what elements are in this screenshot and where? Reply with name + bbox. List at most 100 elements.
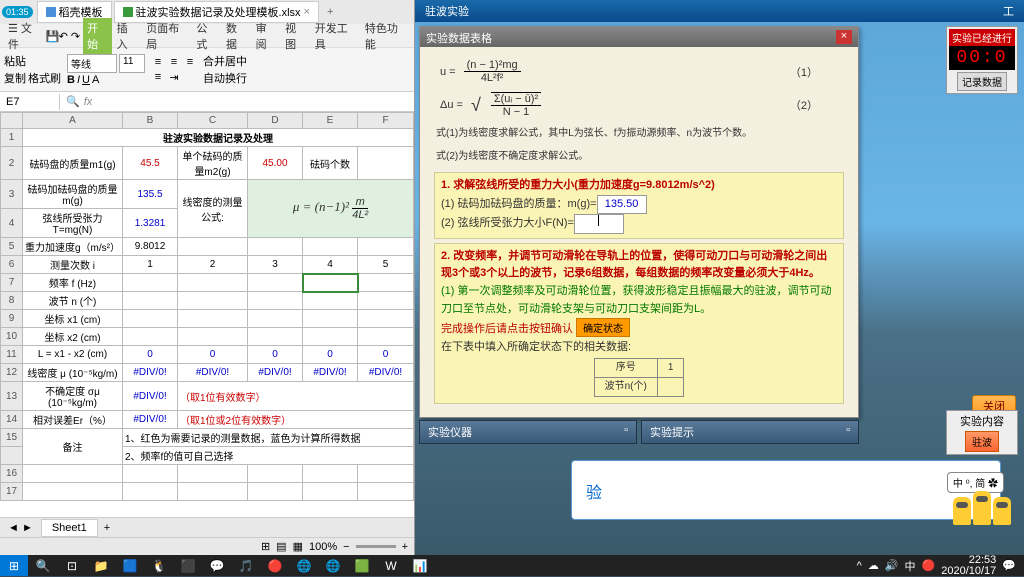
cell[interactable]: 单个砝码的质量m2(g)	[178, 147, 248, 180]
zoom-slider[interactable]	[356, 545, 396, 548]
ime-icon[interactable]: 🔴	[922, 559, 936, 572]
instruments-panel[interactable]: 实验仪器▫	[419, 420, 637, 444]
start-button[interactable]: ⊞	[0, 555, 28, 576]
volume-icon[interactable]: 🔊	[885, 559, 899, 572]
ime-icon[interactable]: 中	[905, 558, 916, 574]
close-icon[interactable]: ×	[304, 6, 310, 18]
cell[interactable]: 相对误差Er（%）	[23, 411, 123, 429]
cell[interactable]: 测量次数 i	[23, 256, 123, 274]
menu-data[interactable]: 数据	[222, 18, 251, 54]
cell[interactable]: 砝码加砝码盘的质量m(g)	[23, 180, 123, 209]
zoom-in[interactable]: +	[402, 541, 408, 553]
cell[interactable]: （取1位或2位有效数字）	[178, 411, 414, 429]
app-icon[interactable]: 🔴	[261, 555, 289, 576]
cell[interactable]: 弦线所受张力T=mg(N)	[23, 209, 123, 238]
confirm-button[interactable]: 确定状态	[576, 318, 630, 337]
cell[interactable]: 0	[358, 346, 414, 364]
mass-input[interactable]: 135.50	[597, 195, 647, 215]
spreadsheet[interactable]: ABCDEF 1驻波实验数据记录及处理 2砝码盘的质量m1(g)45.5单个砝码…	[0, 112, 414, 501]
format-painter[interactable]: 格式刷	[28, 70, 61, 86]
cell[interactable]: 1	[123, 256, 178, 274]
cell[interactable]: 不确定度 σμ (10⁻⁵kg/m)	[23, 382, 123, 411]
cell[interactable]: 重力加速度g（m/s²）	[23, 238, 123, 256]
zoom-out[interactable]: −	[343, 541, 349, 553]
cell[interactable]: 频率 f (Hz)	[23, 274, 123, 292]
cell[interactable]: 4	[303, 256, 358, 274]
add-sheet[interactable]: +	[98, 522, 116, 534]
cell[interactable]: 线密度的测量公式:	[178, 180, 248, 238]
align-right-icon[interactable]: ≡	[183, 55, 197, 69]
view-icon[interactable]: ▦	[293, 540, 303, 553]
save-icon[interactable]: 💾	[46, 30, 58, 42]
cell[interactable]: 波节 n (个)	[23, 292, 123, 310]
panel-titlebar[interactable]: 实验数据表格×	[420, 27, 858, 47]
tray-icon[interactable]: ^	[857, 560, 862, 572]
cell[interactable]: #DIV/0!	[123, 411, 178, 429]
cell[interactable]: 135.5	[123, 180, 178, 209]
cell[interactable]: #DIV/0!	[123, 364, 178, 382]
cell[interactable]: 45.5	[123, 147, 178, 180]
word-icon[interactable]: W	[377, 555, 405, 576]
indent-icon[interactable]: ⇥	[167, 70, 181, 84]
redo-icon[interactable]: ↷	[71, 30, 82, 42]
selected-cell[interactable]	[303, 274, 358, 292]
cell[interactable]: #DIV/0!	[248, 364, 303, 382]
cell[interactable]: 2、频率f的值可自己选择	[123, 447, 414, 465]
cell[interactable]: 0	[303, 346, 358, 364]
task-view-icon[interactable]: ⊡	[58, 555, 86, 576]
cell[interactable]: 3	[248, 256, 303, 274]
align-center-icon[interactable]: ≡	[167, 55, 181, 69]
cell[interactable]: 0	[123, 346, 178, 364]
view-icon[interactable]: ⊞	[261, 540, 270, 553]
sim-corner[interactable]: 工	[1003, 3, 1014, 19]
cell[interactable]: #DIV/0!	[358, 364, 414, 382]
menu-review[interactable]: 审阅	[252, 18, 281, 54]
font-select[interactable]: 等线	[67, 54, 117, 73]
app-icon[interactable]: ⬛	[174, 555, 202, 576]
table-cell[interactable]: 1	[657, 359, 684, 378]
cell[interactable]: 9.8012	[123, 238, 178, 256]
menu-dev[interactable]: 开发工具	[311, 18, 360, 54]
notifications-icon[interactable]: 💬	[1002, 559, 1016, 572]
cell[interactable]: 1、红色为需要记录的测量数据，蓝色为计算所得数据	[123, 429, 414, 447]
menu-insert[interactable]: 插入	[113, 18, 142, 54]
app-icon[interactable]: 📊	[406, 555, 434, 576]
paste-button[interactable]: 粘贴	[4, 53, 61, 69]
align-left-icon[interactable]: ≡	[151, 55, 165, 69]
cell[interactable]: （取1位有效数字）	[178, 382, 414, 411]
cell[interactable]: #DIV/0!	[178, 364, 248, 382]
merge-button[interactable]: 合并居中	[203, 53, 247, 69]
close-icon[interactable]: ×	[836, 30, 852, 44]
view-icon[interactable]: ▤	[276, 540, 286, 553]
table-cell[interactable]	[657, 378, 684, 397]
app-icon[interactable]: 🟩	[348, 555, 376, 576]
cell[interactable]: 砝码盘的质量m1(g)	[23, 147, 123, 180]
explorer-icon[interactable]: 📁	[87, 555, 115, 576]
cell[interactable]: 坐标 x1 (cm)	[23, 310, 123, 328]
zoom-label[interactable]: 100%	[309, 541, 337, 553]
cell[interactable]: 45.00	[248, 147, 303, 180]
edge-icon[interactable]: 🌐	[290, 555, 318, 576]
cell[interactable]: 备注	[23, 429, 123, 465]
add-tab[interactable]: +	[321, 6, 339, 18]
cell[interactable]: 线密度 μ (10⁻⁵kg/m)	[23, 364, 123, 382]
cell[interactable]: 坐标 x2 (cm)	[23, 328, 123, 346]
wrap-button[interactable]: 自动换行	[203, 70, 247, 86]
name-box[interactable]: E7	[0, 94, 60, 110]
clock[interactable]: 22:532020/10/17	[941, 555, 996, 577]
app-icon[interactable]: 💬	[203, 555, 231, 576]
bold-button[interactable]: B	[67, 74, 75, 86]
cell[interactable]: #DIV/0!	[303, 364, 358, 382]
size-select[interactable]: 11	[119, 54, 145, 73]
sheet-tab[interactable]: Sheet1	[41, 519, 98, 537]
menu-file[interactable]: ☰ 文件	[4, 18, 45, 54]
italic-button[interactable]: I	[77, 74, 80, 86]
formula-cell[interactable]: μ = (n−1)² m4L²	[248, 180, 414, 238]
app-icon[interactable]: 🎵	[232, 555, 260, 576]
app-icon[interactable]: 🟦	[116, 555, 144, 576]
cell[interactable]: 1.3281	[123, 209, 178, 238]
menu-special[interactable]: 特色功能	[361, 18, 410, 54]
cell[interactable]: 砝码个数	[303, 147, 358, 180]
copy-button[interactable]: 复制	[4, 70, 26, 86]
app-icon[interactable]: 🐧	[145, 555, 173, 576]
